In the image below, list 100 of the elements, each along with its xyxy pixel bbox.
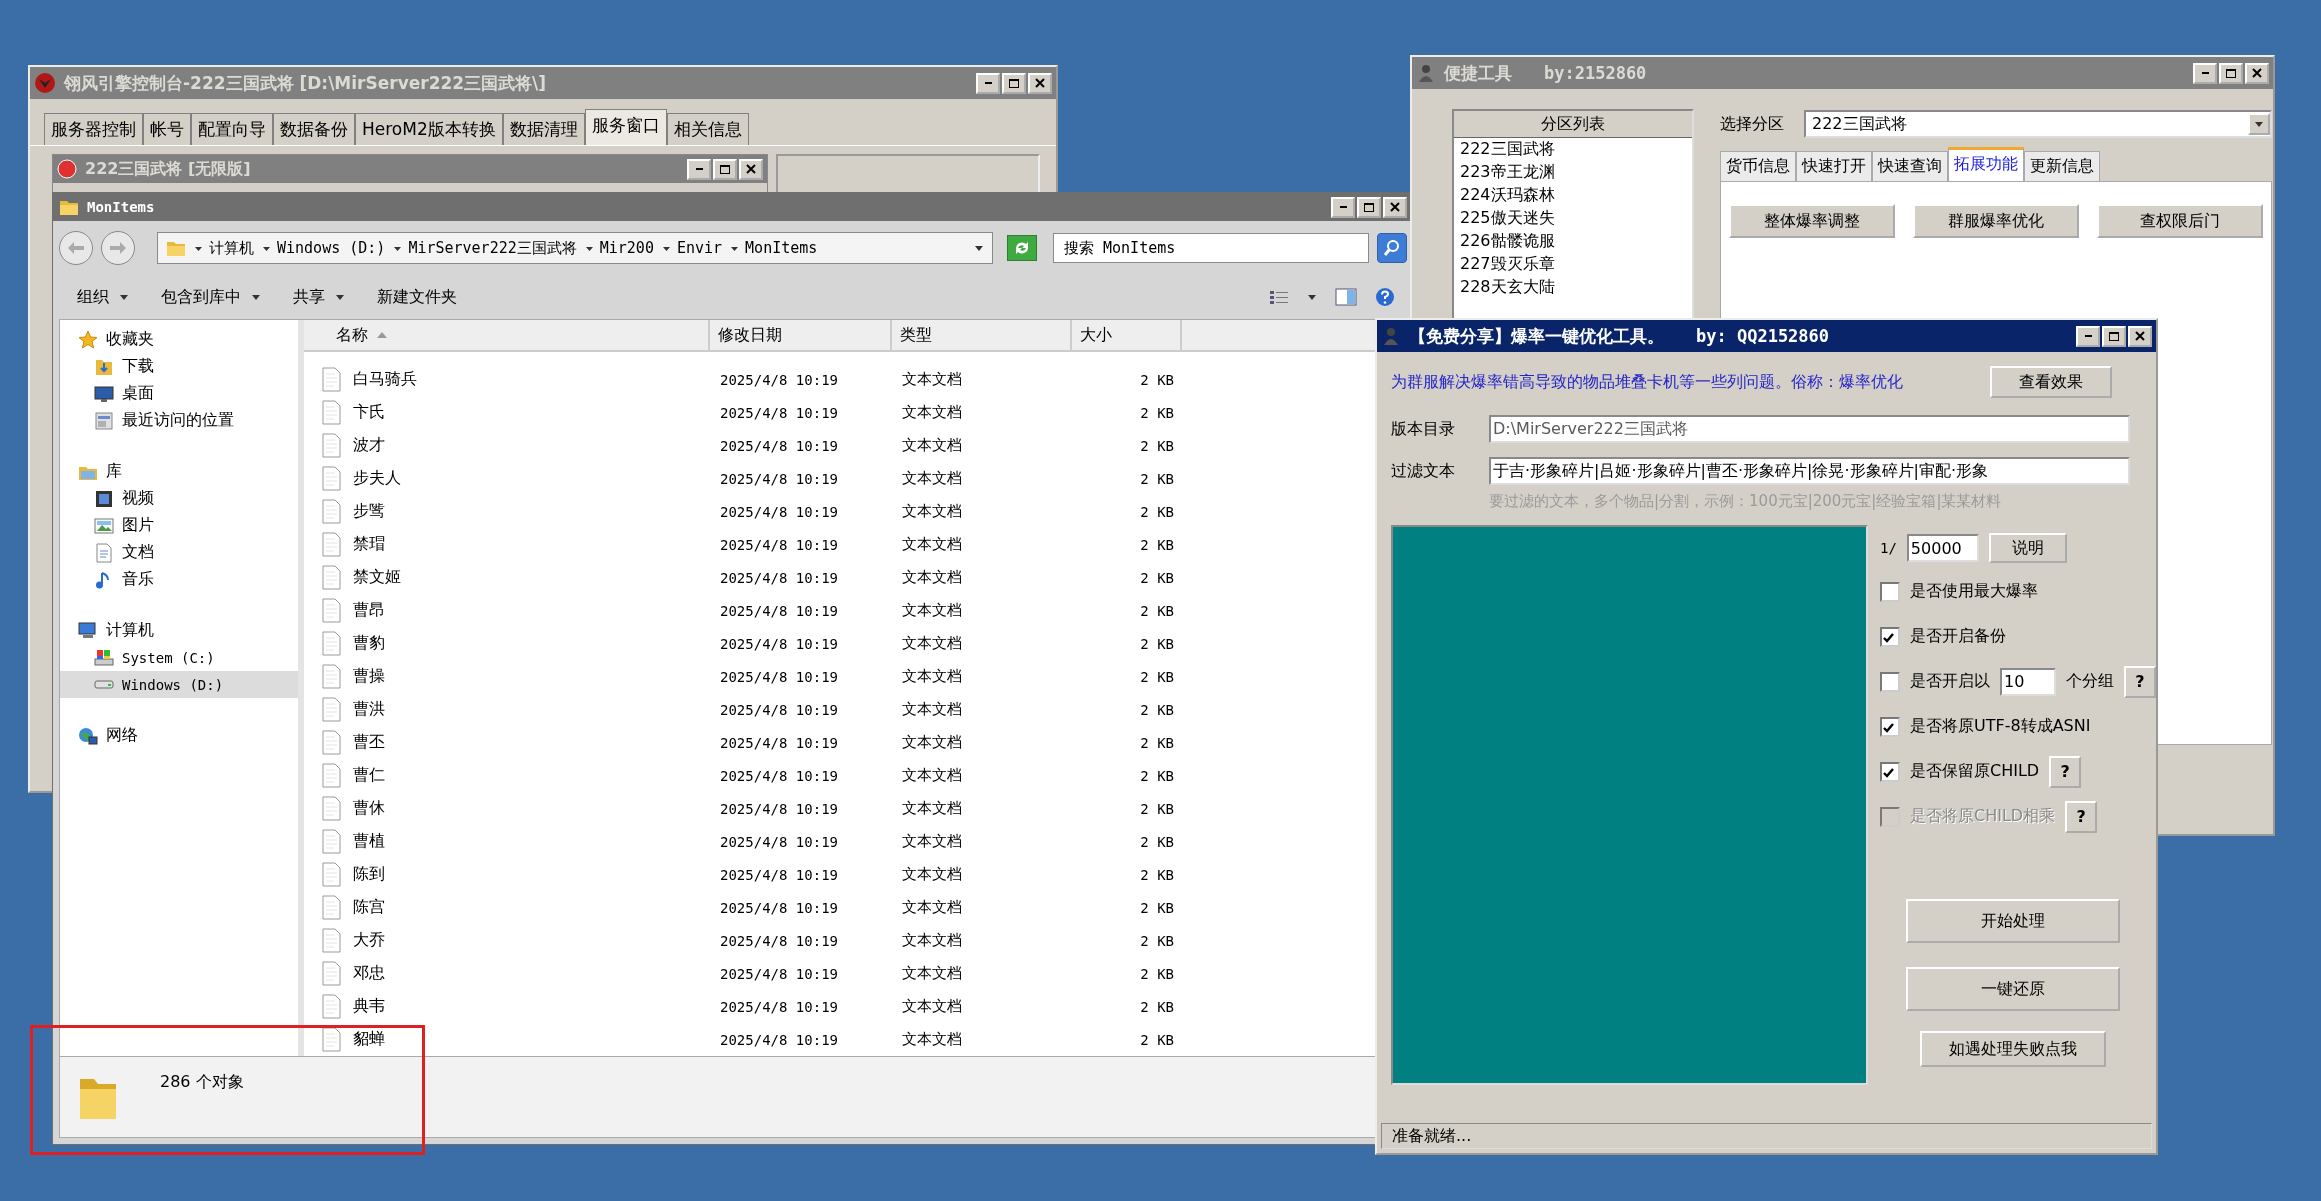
breadcrumb-item[interactable]: MirServer222三国武将 (393, 238, 577, 258)
file-item[interactable]: 曹洪 (304, 697, 710, 722)
checkbox[interactable] (1880, 716, 1900, 737)
tab[interactable]: 货币信息 (1720, 151, 1796, 181)
file-item[interactable]: 曹昂 (304, 598, 710, 623)
breadcrumb-item[interactable]: Windows (D:) (262, 239, 386, 257)
file-item[interactable]: 步夫人 (304, 466, 710, 491)
tab[interactable]: 帐号 (143, 113, 191, 145)
file-item[interactable]: 禁瑁 (304, 532, 710, 557)
close-button[interactable] (739, 158, 764, 180)
tab[interactable]: 更新信息 (2024, 151, 2100, 181)
file-item[interactable]: 大乔 (304, 928, 710, 953)
tree-item[interactable]: Windows (D:) (60, 671, 298, 698)
tab[interactable]: 配置向导 (191, 113, 273, 145)
filter-field[interactable]: 于吉·形象碎片|吕姬·形象碎片|曹丕·形象碎片|徐晃·形象碎片|审配·形象 (1489, 457, 2130, 485)
search-button[interactable] (1377, 233, 1407, 263)
file-item[interactable]: 卞氏 (304, 400, 710, 425)
list-item[interactable]: 227毁灭乐章 (1454, 253, 1692, 276)
preview-pane-icon[interactable] (1335, 288, 1357, 306)
file-item[interactable]: 白马骑兵 (304, 367, 710, 392)
file-item[interactable]: 禁文姬 (304, 565, 710, 590)
maximize-button[interactable] (713, 158, 738, 180)
file-item[interactable]: 陈到 (304, 862, 710, 887)
file-item[interactable]: 曹操 (304, 664, 710, 689)
list-item[interactable]: 225傲天迷失 (1454, 207, 1692, 230)
tab[interactable]: 数据备份 (273, 113, 355, 145)
refresh-button[interactable] (1007, 235, 1037, 261)
view-options-icon[interactable] (1269, 289, 1289, 305)
tree-item[interactable]: 桌面 (60, 380, 298, 407)
file-item[interactable]: 邓忠 (304, 961, 710, 986)
column-header[interactable]: 名称 (304, 320, 710, 350)
tree-item[interactable]: 图片 (60, 512, 298, 539)
list-item[interactable]: 222三国武将 (1454, 138, 1692, 161)
ratio-field[interactable]: 50000 (1906, 534, 1979, 562)
tab[interactable]: 拓展功能 (1948, 147, 2024, 181)
checkbox[interactable] (1880, 761, 1900, 782)
action-button[interactable]: 开始处理 (1906, 899, 2120, 943)
search-field[interactable]: 搜索 MonItems (1053, 233, 1369, 263)
tree-item[interactable]: 音乐 (60, 566, 298, 593)
maximize-button[interactable] (2219, 62, 2243, 84)
list-item[interactable]: 228天玄大陆 (1454, 276, 1692, 299)
tree-item[interactable]: 文档 (60, 539, 298, 566)
tree-item[interactable]: System (C:) (60, 644, 298, 671)
file-item[interactable]: 陈宫 (304, 895, 710, 920)
minimize-button[interactable] (2076, 325, 2100, 347)
tab[interactable]: 服务窗口 (584, 109, 667, 145)
list-item[interactable]: 226骷髅诡服 (1454, 230, 1692, 253)
list-item[interactable]: 223帝王龙渊 (1454, 161, 1692, 184)
file-item[interactable]: 曹豹 (304, 631, 710, 656)
directory-field[interactable]: D:\MirServer222三国武将 (1489, 415, 2130, 443)
address-bar[interactable]: 计算机 Windows (D:) MirServer222三国武将 Mir200 Envir MonItems (157, 232, 993, 264)
breadcrumb-item[interactable]: MonItems (730, 239, 818, 257)
minimize-button[interactable] (2193, 62, 2217, 84)
minimize-button[interactable] (687, 158, 712, 180)
back-button[interactable] (59, 231, 93, 265)
group-count-field[interactable]: 10 (2000, 667, 2056, 696)
view-effect-button[interactable]: 查看效果 (1990, 366, 2112, 398)
checkbox[interactable] (1880, 626, 1900, 647)
minimize-button[interactable] (976, 72, 1000, 94)
tree-item[interactable]: 下载 (60, 353, 298, 380)
close-button[interactable] (1028, 72, 1052, 94)
column-header[interactable]: 大小 (1072, 320, 1182, 350)
tab[interactable]: 服务器控制 (44, 113, 143, 145)
file-item[interactable]: 曹植 (304, 829, 710, 854)
action-button[interactable]: 整体爆率调整 (1729, 204, 1895, 238)
minimize-button[interactable] (1331, 196, 1355, 218)
tree-item[interactable]: 库 (60, 458, 298, 485)
tab[interactable]: HeroM2版本转换 (355, 113, 503, 145)
help-button[interactable]: 说明 (1988, 533, 2067, 563)
close-button[interactable] (2128, 325, 2152, 347)
checkbox[interactable] (1880, 581, 1900, 602)
file-item[interactable]: 步骘 (304, 499, 710, 524)
file-item[interactable]: 曹仁 (304, 763, 710, 788)
maximize-button[interactable] (1357, 196, 1381, 218)
action-button[interactable]: 群服爆率优化 (1913, 204, 2079, 238)
tree-item[interactable]: 计算机 (60, 617, 298, 644)
close-button[interactable] (1383, 196, 1407, 218)
tab[interactable]: 相关信息 (666, 113, 749, 145)
tree-item[interactable]: 收藏夹 (60, 326, 298, 353)
file-item[interactable]: 波才 (304, 433, 710, 458)
tree-item[interactable]: 视频 (60, 485, 298, 512)
column-header[interactable]: 类型 (892, 320, 1072, 350)
toolbar-button[interactable]: 新建文件夹 (365, 282, 469, 312)
tree-item[interactable]: 最近访问的位置 (60, 407, 298, 434)
checkbox[interactable] (1880, 671, 1900, 692)
breadcrumb-item[interactable]: Mir200 (584, 239, 654, 257)
action-button[interactable]: 如遇处理失败点我 (1920, 1031, 2106, 1067)
tab[interactable]: 快速打开 (1796, 151, 1872, 181)
breadcrumb-item[interactable]: 计算机 (194, 238, 254, 258)
file-item[interactable]: 典韦 (304, 994, 710, 1019)
action-button[interactable]: 查权限后门 (2097, 204, 2263, 238)
help-button[interactable]: ? (2049, 755, 2082, 788)
tab[interactable]: 数据清理 (502, 113, 585, 145)
forward-button[interactable] (101, 231, 135, 265)
action-button[interactable]: 一键还原 (1906, 967, 2120, 1011)
maximize-button[interactable] (2102, 325, 2126, 347)
toolbar-button[interactable]: 包含到库中 (149, 282, 273, 312)
tab[interactable]: 快速查询 (1872, 151, 1948, 181)
toolbar-button[interactable]: 共享 (281, 282, 357, 312)
help-button[interactable]: ? (2124, 665, 2156, 698)
